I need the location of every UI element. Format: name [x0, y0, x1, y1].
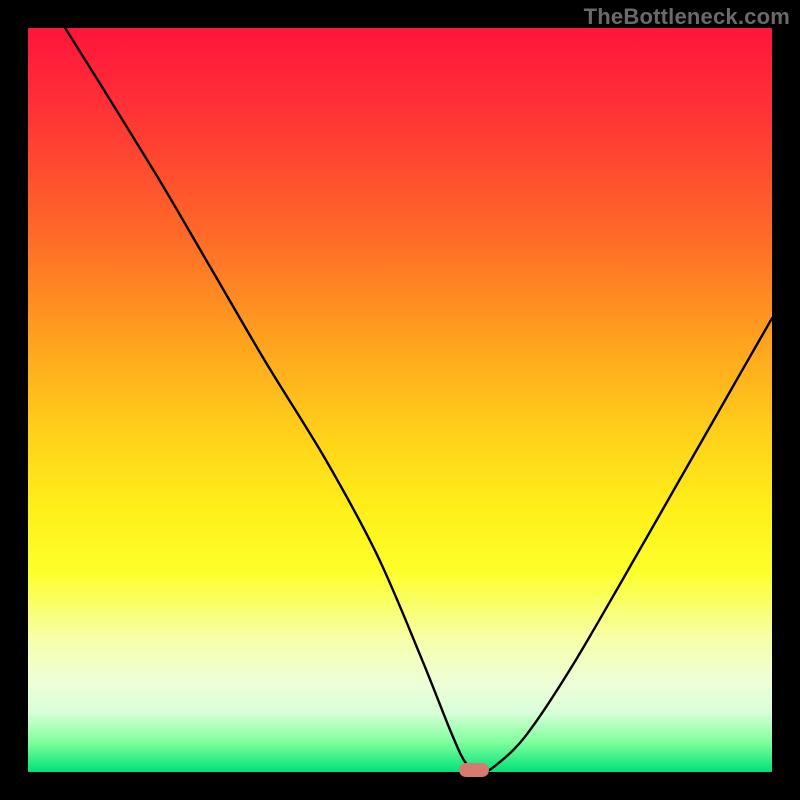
minimum-marker — [459, 763, 489, 777]
chart-container: TheBottleneck.com — [0, 0, 800, 800]
watermark-text: TheBottleneck.com — [584, 4, 790, 30]
plot-area — [28, 28, 772, 772]
bottleneck-curve — [28, 28, 772, 772]
